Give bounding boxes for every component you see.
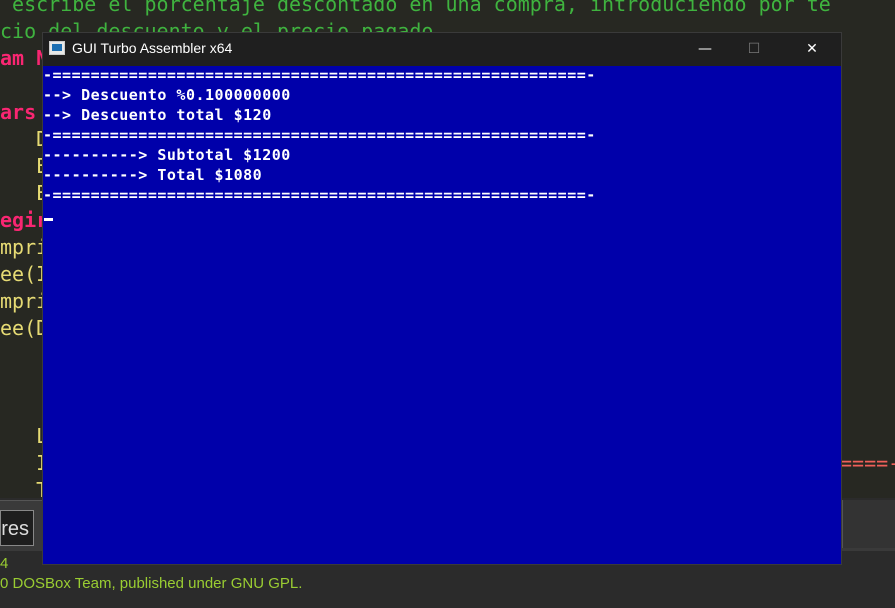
code-line: ee(I: [0, 262, 49, 286]
console-line: --> Descuento total $120: [43, 106, 272, 124]
dos-console[interactable]: -=======================================…: [43, 66, 841, 564]
panel-tab[interactable]: res: [0, 510, 34, 546]
code-line: T: [0, 478, 49, 498]
console-line: --> Descuento %0.100000000: [43, 86, 291, 104]
side-panel-fragment: [842, 500, 895, 548]
console-line: -=======================================…: [43, 186, 596, 204]
text-cursor: [44, 218, 53, 221]
window-titlebar[interactable]: GUI Turbo Assembler x64 — ☐ ✕: [43, 33, 841, 66]
code-line: egir: [0, 208, 49, 232]
code-line: I: [0, 451, 49, 475]
status-line: 0 DOSBox Team, published under GNU GPL.: [0, 575, 303, 592]
window-title: GUI Turbo Assembler x64: [72, 40, 233, 56]
console-line: -=======================================…: [43, 126, 596, 144]
code-line: E: [0, 181, 49, 205]
app-icon[interactable]: [49, 41, 65, 55]
code-line: escribe el porcentaje descontado en una …: [0, 0, 831, 16]
code-line: ars: [0, 100, 49, 124]
code-line: ee(D: [0, 316, 49, 340]
status-line: 4: [0, 555, 9, 572]
maximize-button[interactable]: ☐: [731, 33, 777, 65]
code-fragment-right: ====-: [840, 451, 895, 475]
console-line: ----------> Subtotal $1200: [43, 146, 291, 164]
code-line: mpri: [0, 289, 49, 313]
code-line: E: [0, 154, 49, 178]
console-line: ----------> Total $1080: [43, 166, 263, 184]
console-line: -=======================================…: [43, 66, 596, 84]
code-line: am N: [0, 46, 49, 70]
dosbox-window[interactable]: GUI Turbo Assembler x64 — ☐ ✕ -=========…: [42, 32, 842, 565]
close-button[interactable]: ✕: [789, 33, 835, 65]
code-line: L: [0, 424, 49, 448]
code-line: mpri: [0, 235, 49, 259]
code-line: D: [0, 127, 49, 151]
minimize-button[interactable]: —: [682, 33, 728, 65]
